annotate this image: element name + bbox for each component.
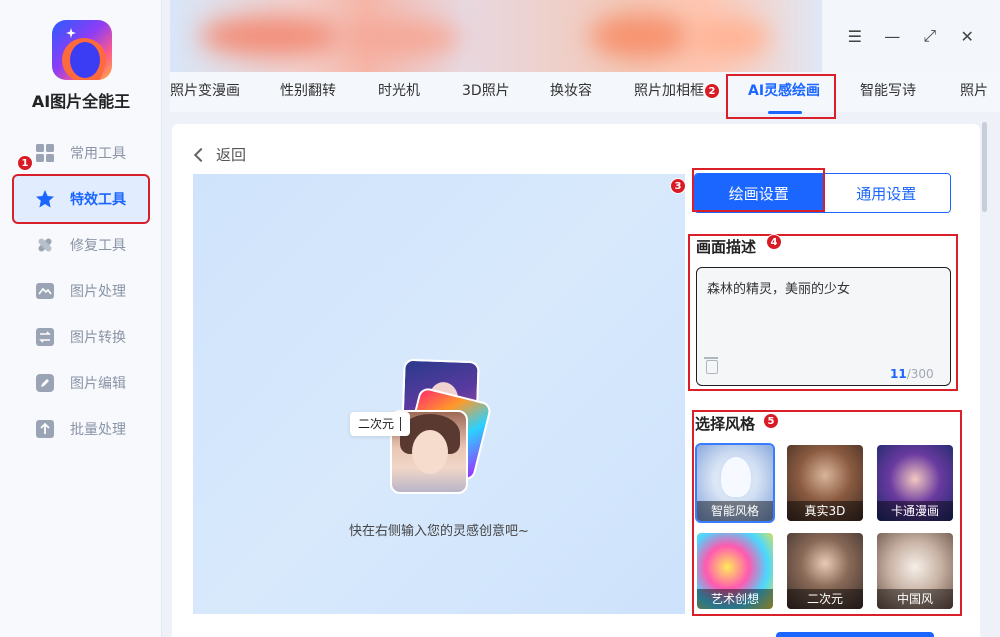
back-label: 返回 [216,146,247,164]
window-controls: ☰ — ⤢ ✕ [822,0,1000,72]
active-tab-indicator [768,111,802,114]
edit-icon [34,372,56,394]
star-icon [34,188,56,210]
style-option-smart[interactable]: 智能风格 [695,443,775,523]
tab-drawing-settings[interactable]: 绘画设置 [695,174,823,212]
sidebar-item-effect-tools[interactable]: 特效工具 [12,174,150,224]
chevron-left-icon [193,147,209,162]
preview-hint: 快在右侧输入您的灵感创意吧~ [349,524,529,539]
app-logo-icon [52,20,112,80]
feature-tabs: 照片变漫画 性别翻转 时光机 3D照片 换妆容 照片加相框 AI灵感绘画 智能写… [170,72,1000,112]
tab-photo-to-comic[interactable]: 照片变漫画 [170,72,240,112]
char-count-max: /300 [906,367,934,381]
tab-general-settings[interactable]: 通用设置 [822,174,950,212]
settings-segmented-control: 绘画设置 通用设置 [694,173,951,213]
scrollbar[interactable] [982,122,987,212]
back-button[interactable]: 返回 [192,144,246,165]
sidebar-item-image-convert[interactable]: 图片转换 [14,314,148,360]
sidebar-item-label: 特效工具 [70,192,126,208]
convert-icon [34,326,56,348]
tab-makeup[interactable]: 换妆容 [550,72,592,112]
style-label: 艺术创想 [697,589,773,609]
sidebar-item-batch[interactable]: 批量处理 [14,406,148,452]
generate-button[interactable] [776,632,934,637]
sidebar-item-label: 批量处理 [70,422,126,438]
sidebar-item-label: 图片转换 [70,330,126,346]
annotation-badge-4: 4 [766,234,782,250]
upload-icon [34,418,56,440]
sidebar-item-label: 修复工具 [70,238,126,254]
style-label: 二次元 [787,589,863,609]
menu-icon[interactable]: ☰ [844,25,866,47]
sidebar: AI图片全能王 常用工具 特效工具 修复工具 图片处理 图片转换 图片编辑 批量… [0,0,162,637]
close-icon[interactable]: ✕ [956,25,978,47]
tab-smart-poetry[interactable]: 智能写诗 [860,72,916,112]
bandage-icon [34,234,56,256]
sidebar-item-label: 图片处理 [70,284,126,300]
promo-banner[interactable] [170,0,822,72]
maximize-icon[interactable]: ⤢ [919,25,941,47]
sidebar-item-image-edit[interactable]: 图片编辑 [14,360,148,406]
tab-ai-inspiration-painting[interactable]: AI灵感绘画 [748,72,820,112]
sidebar-item-image-processing[interactable]: 图片处理 [14,268,148,314]
style-option-anime[interactable]: 二次元 [787,533,863,609]
tab-gender-swap[interactable]: 性别翻转 [280,72,336,112]
style-option-cartoon[interactable]: 卡通漫画 [877,445,953,521]
annotation-badge-1: 1 [17,155,33,171]
style-option-art[interactable]: 艺术创想 [697,533,773,609]
annotation-badge-2: 2 [704,83,720,99]
char-count-current: 11 [890,367,907,381]
sidebar-item-repair-tools[interactable]: 修复工具 [14,222,148,268]
style-label: 中国风 [877,589,953,609]
char-counter: 11/300 [890,367,934,381]
style-label: 卡通漫画 [877,501,953,521]
minimize-icon[interactable]: — [881,25,903,47]
style-label: 智能风格 [697,501,773,521]
tab-3d-photo[interactable]: 3D照片 [462,72,510,112]
style-title: 选择风格 [695,415,756,433]
sidebar-nav: 常用工具 特效工具 修复工具 图片处理 图片转换 图片编辑 批量处理 [12,130,150,452]
annotation-badge-3: 3 [670,178,686,194]
style-option-realistic-3d[interactable]: 真实3D [787,445,863,521]
tab-photo-more[interactable]: 照片 [960,72,988,112]
grid-icon [34,142,56,164]
sidebar-item-label: 常用工具 [70,146,126,162]
tab-time-machine[interactable]: 时光机 [378,72,420,112]
trash-icon[interactable] [704,357,718,374]
style-option-chinese[interactable]: 中国风 [877,533,953,609]
description-title: 画面描述 [696,238,757,256]
tab-photo-frame[interactable]: 照片加相框 [634,72,714,112]
style-label: 真实3D [787,501,863,521]
sidebar-item-label: 图片编辑 [70,376,126,392]
sidebar-item-common-tools[interactable]: 常用工具 [14,130,148,176]
image-icon [34,280,56,302]
annotation-badge-5: 5 [763,413,779,429]
app-name: AI图片全能王 [31,92,131,111]
style-chip: 二次元 [350,412,410,436]
style-grid: 智能风格 真实3D 卡通漫画 艺术创想 二次元 中国风 [695,443,957,609]
